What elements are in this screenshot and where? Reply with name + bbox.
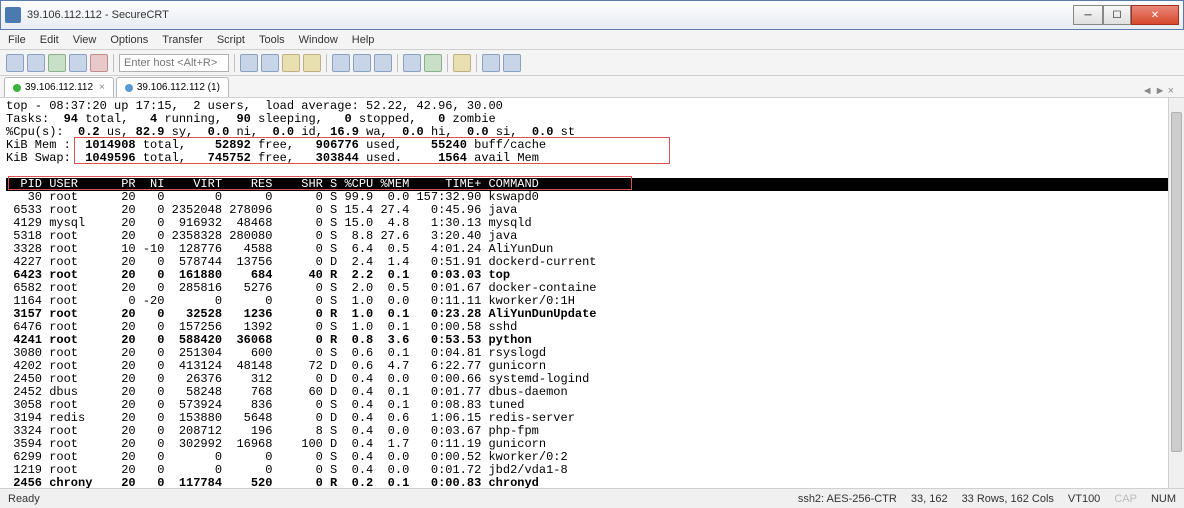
terminal-output[interactable]: top - 08:37:20 up 17:15, 2 users, load a… — [0, 98, 1184, 488]
toolbar-icon[interactable] — [332, 54, 350, 72]
toolbar-icon[interactable] — [453, 54, 471, 72]
toolbar-separator — [447, 54, 448, 72]
menu-bar: File Edit View Options Transfer Script T… — [0, 30, 1184, 50]
tab-strip: 39.106.112.112 × 39.106.112.112 (1) ◄ ► … — [0, 76, 1184, 98]
close-tab-icon[interactable]: × — [99, 82, 105, 93]
menu-window[interactable]: Window — [299, 34, 338, 46]
window-title: 39.106.112.112 - SecureCRT — [27, 9, 1073, 21]
menu-file[interactable]: File — [8, 34, 26, 46]
toolbar-icon[interactable] — [69, 54, 87, 72]
status-ready: Ready — [8, 493, 40, 505]
window-buttons: ─ ☐ ✕ — [1073, 5, 1179, 25]
toolbar-icon[interactable] — [240, 54, 258, 72]
menu-edit[interactable]: Edit — [40, 34, 59, 46]
toolbar-icon[interactable] — [27, 54, 45, 72]
tab-label: 39.106.112.112 — [25, 82, 93, 93]
toolbar-separator — [234, 54, 235, 72]
status-dot-icon — [13, 84, 21, 92]
toolbar-icon[interactable] — [424, 54, 442, 72]
highlight-box — [74, 137, 670, 164]
maximize-button[interactable]: ☐ — [1103, 5, 1131, 25]
status-ssh: ssh2: AES-256-CTR — [798, 493, 897, 505]
scroll-thumb[interactable] — [1171, 112, 1182, 452]
session-tab[interactable]: 39.106.112.112 (1) — [116, 77, 229, 97]
status-bar: Ready ssh2: AES-256-CTR 33, 162 33 Rows,… — [0, 488, 1184, 508]
toolbar-icon[interactable] — [403, 54, 421, 72]
window-titlebar: 39.106.112.112 - SecureCRT ─ ☐ ✕ — [0, 0, 1184, 30]
menu-view[interactable]: View — [73, 34, 97, 46]
toolbar-separator — [476, 54, 477, 72]
toolbar-separator — [326, 54, 327, 72]
scrollbar[interactable] — [1168, 98, 1184, 488]
menu-tools[interactable]: Tools — [259, 34, 285, 46]
host-input[interactable] — [119, 54, 229, 72]
toolbar-icon[interactable] — [261, 54, 279, 72]
status-size: 33 Rows, 162 Cols — [962, 493, 1054, 505]
tab-prev-icon[interactable]: ◄ — [1142, 85, 1153, 97]
toolbar — [0, 50, 1184, 76]
toolbar-separator — [113, 54, 114, 72]
status-term: VT100 — [1068, 493, 1100, 505]
menu-options[interactable]: Options — [110, 34, 148, 46]
toolbar-icon[interactable] — [303, 54, 321, 72]
session-tab[interactable]: 39.106.112.112 × — [4, 77, 114, 97]
tab-close-icon[interactable]: × — [1168, 85, 1174, 97]
tab-next-icon[interactable]: ► — [1155, 85, 1166, 97]
toolbar-icon[interactable] — [48, 54, 66, 72]
toolbar-icon[interactable] — [503, 54, 521, 72]
tab-nav: ◄ ► × — [1142, 85, 1180, 97]
toolbar-icon[interactable] — [374, 54, 392, 72]
toolbar-separator — [397, 54, 398, 72]
toolbar-icon[interactable] — [90, 54, 108, 72]
status-cursor-pos: 33, 162 — [911, 493, 948, 505]
toolbar-icon[interactable] — [482, 54, 500, 72]
menu-help[interactable]: Help — [352, 34, 375, 46]
toolbar-icon[interactable] — [282, 54, 300, 72]
app-icon — [5, 7, 21, 23]
status-dot-icon — [125, 84, 133, 92]
close-button[interactable]: ✕ — [1131, 5, 1179, 25]
status-cap: CAP — [1114, 493, 1137, 505]
tab-label: 39.106.112.112 (1) — [137, 82, 220, 93]
menu-script[interactable]: Script — [217, 34, 245, 46]
toolbar-icon[interactable] — [353, 54, 371, 72]
menu-transfer[interactable]: Transfer — [162, 34, 203, 46]
toolbar-icon[interactable] — [6, 54, 24, 72]
status-num: NUM — [1151, 493, 1176, 505]
minimize-button[interactable]: ─ — [1073, 5, 1103, 25]
